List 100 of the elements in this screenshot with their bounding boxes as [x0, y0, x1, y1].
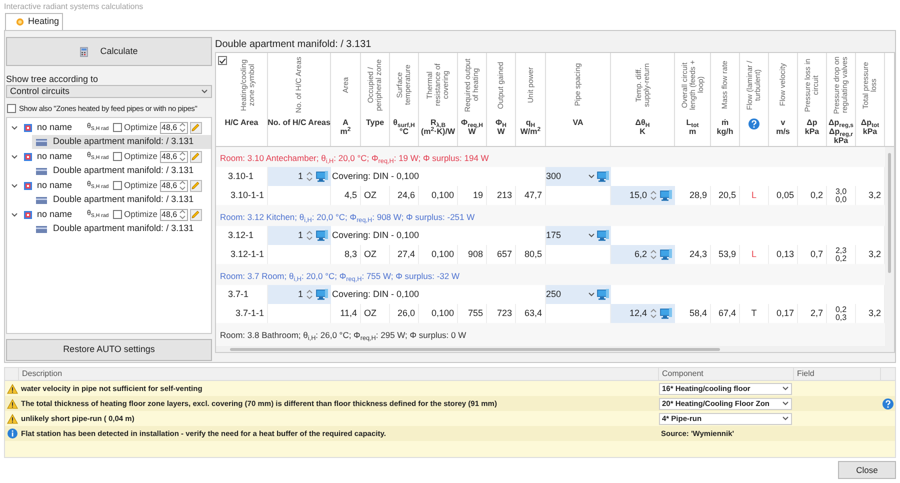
column-symbol: VA	[572, 118, 584, 127]
chevron-down-icon[interactable]	[11, 124, 18, 130]
pipe-spacing-dropdown[interactable]: 250	[546, 285, 611, 304]
spinner-icon[interactable]	[650, 190, 657, 201]
table-cell: 67,4	[711, 304, 740, 323]
tree-item-name[interactable]: no name	[37, 178, 87, 192]
manifold-icon	[36, 138, 47, 146]
spinner-icon[interactable]	[650, 249, 657, 260]
column-symbol: Δp$_{reg,s}$	[828, 118, 854, 127]
tree-item-name[interactable]: no name	[37, 208, 87, 222]
computer-icon[interactable]	[597, 289, 609, 300]
chevron-down-icon[interactable]	[11, 154, 18, 160]
number-field[interactable]: 48,6	[160, 122, 188, 134]
zone-icon	[24, 124, 32, 132]
computer-icon[interactable]	[660, 249, 672, 260]
manifold-icon	[36, 226, 47, 232]
spinner-icon[interactable]	[178, 151, 186, 162]
edit-button[interactable]	[190, 150, 202, 162]
number-field[interactable]: 1	[268, 285, 331, 304]
table-cell: 657	[487, 245, 516, 264]
tree-item[interactable]: Double apartment manifold: / 3.131	[32, 135, 211, 149]
table-cell: 2,3	[835, 246, 847, 254]
table-cell: 0,3	[835, 314, 847, 322]
chevron-down-icon[interactable]	[11, 212, 18, 218]
spinner-icon[interactable]	[650, 308, 657, 319]
table-cell: 19	[458, 186, 487, 205]
number-field[interactable]: 1	[268, 167, 331, 186]
room-header: Room: 3.7 Room; θ$_{i,H}$: 20,0 °C; Φ$_{req,H}$: 755 W; Φ surplus: -32 W	[219, 270, 461, 285]
restore-button[interactable]: Restore AUTO settings	[6, 338, 212, 361]
pipe-spacing-dropdown[interactable]: 175	[546, 226, 611, 245]
table-cell: 3,0	[835, 188, 847, 196]
column-unit: kPa	[834, 136, 848, 145]
computer-icon[interactable]	[660, 190, 672, 201]
vertical-scrollbar[interactable]	[885, 147, 894, 352]
pipe-spacing-dropdown[interactable]: 300	[546, 167, 611, 186]
number-field[interactable]: 15,0	[611, 186, 675, 205]
tree-mode-dropdown[interactable]: Control circuits	[6, 85, 212, 98]
close-button[interactable]: Close	[838, 461, 896, 479]
chevron-down-icon[interactable]	[11, 182, 18, 188]
tab[interactable]: Heating	[5, 13, 63, 30]
tree-item-name[interactable]: no name	[37, 150, 87, 164]
spinner-icon[interactable]	[178, 209, 186, 220]
checkbox[interactable]	[113, 210, 122, 219]
computer-icon[interactable]	[316, 289, 328, 300]
table-cell: 0,13	[769, 245, 798, 264]
tree-item[interactable]: Double apartment manifold: / 3.131	[32, 193, 211, 207]
checkbox[interactable]	[113, 152, 122, 161]
column-symbol: No. of H/C Areas	[268, 118, 330, 127]
caret-icon[interactable]	[782, 401, 789, 406]
computer-icon[interactable]	[316, 230, 328, 241]
column-symbol: H/C Area	[224, 118, 258, 127]
edit-button[interactable]	[190, 208, 202, 220]
computer-icon[interactable]	[316, 171, 328, 182]
caret-icon[interactable]	[782, 386, 789, 391]
caret-icon[interactable]	[782, 416, 789, 421]
table-cell: 53,9	[711, 245, 740, 264]
caret-icon[interactable]	[588, 292, 595, 297]
table-cell: 0,2	[798, 186, 827, 205]
number-field[interactable]: 6,2	[611, 245, 675, 264]
table-cell: 0,100	[419, 245, 458, 264]
calculator-icon	[80, 46, 88, 57]
caret-icon[interactable]	[588, 174, 595, 179]
column-symbol: v	[780, 118, 786, 127]
checkbox[interactable]	[218, 56, 227, 65]
number-field[interactable]: 48,6	[160, 150, 188, 162]
column-unit: m$^{2}$	[340, 127, 351, 136]
caret-icon[interactable]	[201, 89, 208, 94]
calculate-button[interactable]: Calculate	[6, 37, 212, 66]
sun-icon	[16, 18, 24, 26]
manifold-icon	[36, 196, 47, 204]
table-cell: 3.12-1	[216, 226, 268, 245]
computer-icon[interactable]	[597, 171, 609, 182]
checkbox[interactable]	[7, 104, 16, 113]
room-header: Room: 3.12 Kitchen; θ$_{i,H}$: 20,0 °C; Φ$_{req,H}$: 908 W; Φ surplus: -251 W	[219, 211, 476, 226]
table-cell: 3.10-1	[216, 167, 268, 186]
caret-icon[interactable]	[588, 233, 595, 238]
number-field[interactable]: 48,6	[160, 208, 188, 220]
edit-button[interactable]	[190, 122, 202, 134]
computer-icon[interactable]	[660, 308, 672, 319]
edit-button[interactable]	[190, 180, 202, 192]
spinner-icon[interactable]	[178, 180, 186, 191]
number-field[interactable]: 12,4	[611, 304, 675, 323]
spinner-icon[interactable]	[306, 171, 313, 182]
horizontal-scrollbar[interactable]	[216, 346, 885, 352]
spinner-icon[interactable]	[306, 230, 313, 241]
spinner-icon[interactable]	[178, 122, 186, 133]
number-field[interactable]: 48,6	[160, 180, 188, 192]
table-cell: 0,17	[769, 304, 798, 323]
table-cell: 11,4	[331, 304, 361, 323]
help-icon[interactable]	[882, 398, 894, 410]
number-field[interactable]: 1	[268, 226, 331, 245]
checkbox[interactable]	[113, 123, 122, 132]
help-icon[interactable]	[748, 118, 760, 130]
computer-icon[interactable]	[597, 230, 609, 241]
table-cell: 0,05	[769, 186, 798, 205]
tree-item[interactable]: Double apartment manifold: / 3.131	[32, 164, 211, 178]
checkbox[interactable]	[113, 181, 122, 190]
tree-item-name[interactable]: no name	[37, 120, 87, 134]
tree-item[interactable]: Double apartment manifold: / 3.131	[32, 222, 211, 236]
spinner-icon[interactable]	[306, 289, 313, 300]
